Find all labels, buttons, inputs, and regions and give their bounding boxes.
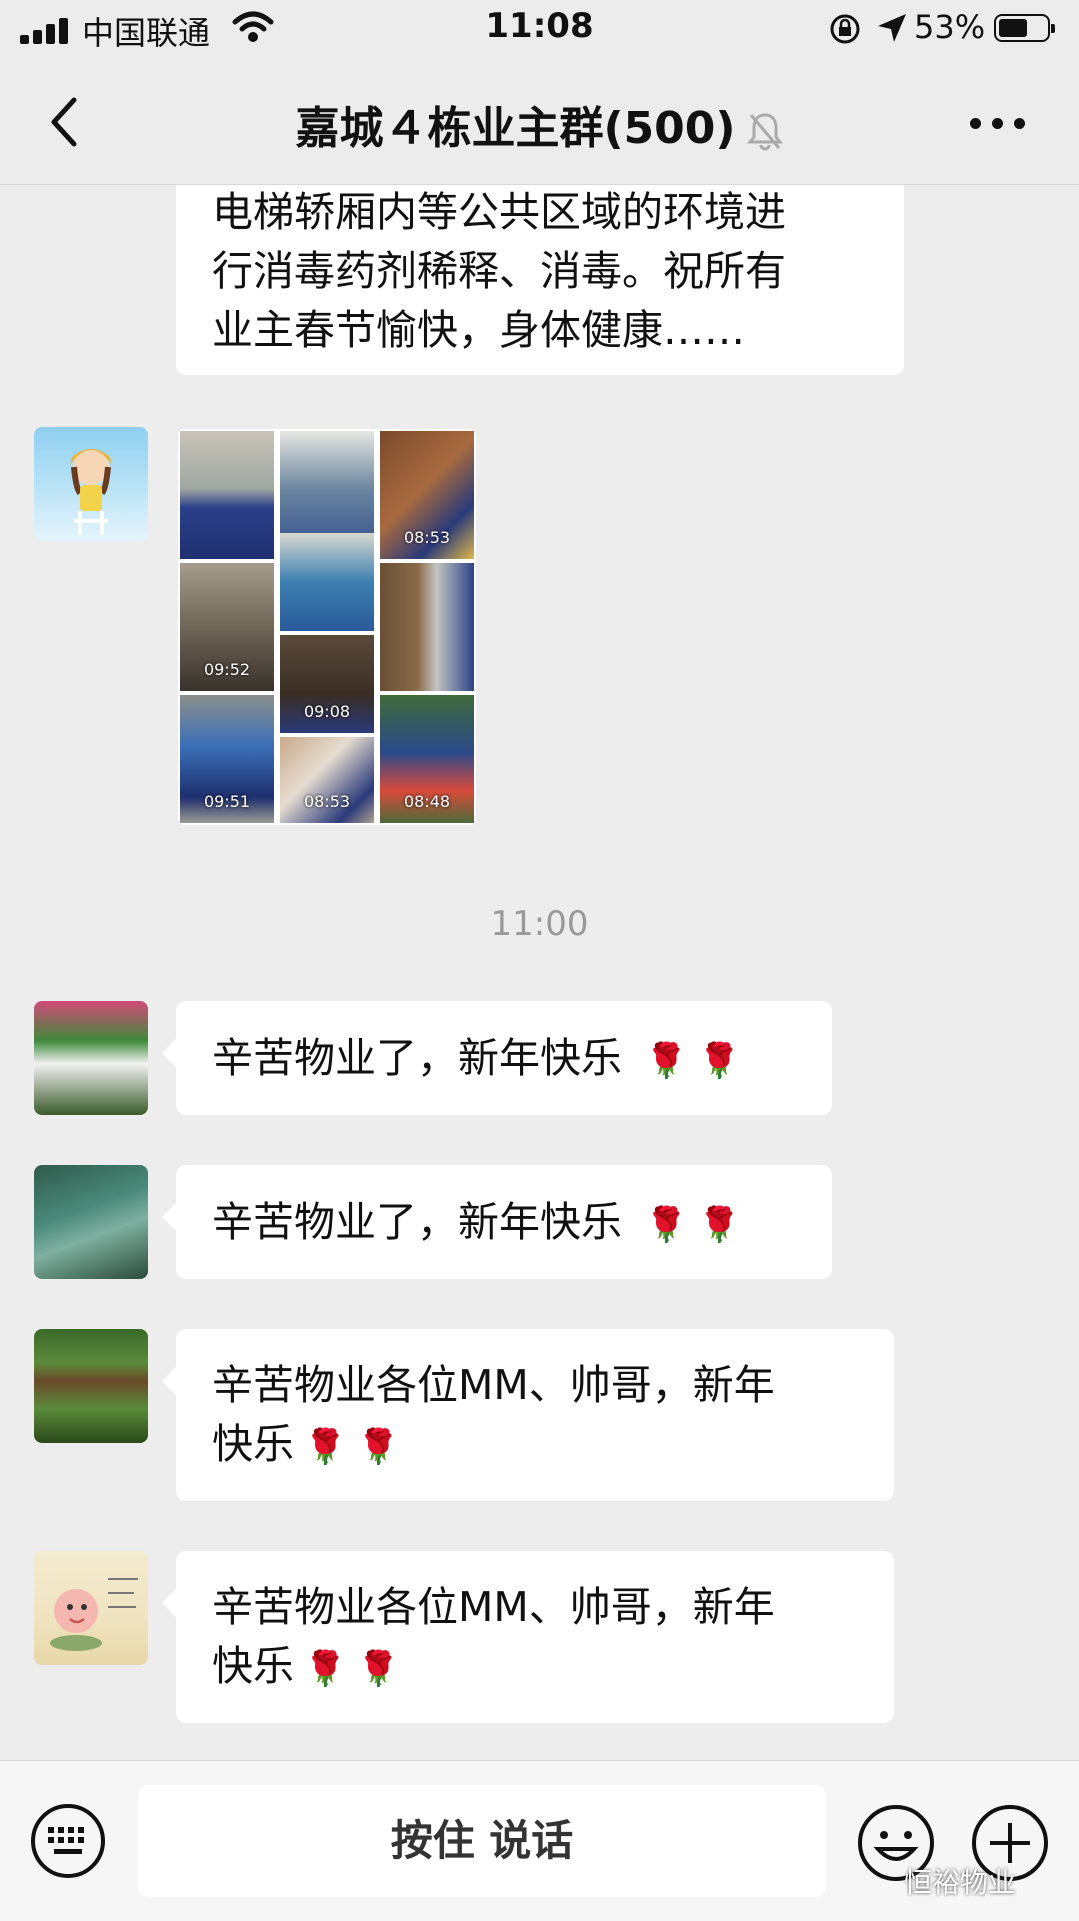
rose-emoji: 🌹 🌹 — [645, 1205, 741, 1245]
chat-timestamp: 11:00 — [490, 904, 589, 944]
photo-thumbnail[interactable] — [180, 431, 274, 559]
message-line: 行消毒药剂稀释、消毒。祝所有 — [212, 247, 786, 295]
message-line: 辛苦物业各位MM、帅哥，新年 — [212, 1583, 775, 1631]
avatar-cartoon-girl-image — [70, 449, 112, 535]
chat-title: 嘉城４栋业主群(500) — [0, 92, 1079, 156]
image-collage[interactable]: 08:53 09:52 09:08 09:51 08:53 08:48 — [178, 429, 476, 825]
photo-thumbnail[interactable]: 09:51 — [180, 695, 274, 823]
photo-time-label: 08:53 — [403, 528, 451, 547]
photo-thumbnail[interactable]: 09:08 — [280, 635, 374, 733]
message-line: 快乐 — [212, 1420, 294, 1468]
message-bubble[interactable]: 电梯轿厢内等公共区域的环境进 行消毒药剂稀释、消毒。祝所有 业主春节愉快，身体健… — [176, 185, 904, 375]
message-line: 业主春节愉快，身体健康…… — [212, 306, 745, 354]
photo-thumbnail[interactable] — [380, 563, 474, 691]
location-icon — [878, 14, 906, 42]
chat-area[interactable]: 电梯轿厢内等公共区域的环境进 行消毒药剂稀释、消毒。祝所有 业主春节愉快，身体健… — [0, 185, 1079, 1760]
rose-emoji: 🌹 🌹 — [304, 1649, 400, 1689]
photo-thumbnail[interactable]: 08:53 — [280, 737, 374, 823]
photo-thumbnail[interactable]: 08:48 — [380, 695, 474, 823]
rose-emoji: 🌹 🌹 — [304, 1427, 400, 1467]
muted-bell-icon — [746, 113, 783, 151]
message-line: 电梯轿厢内等公共区域的环境进 — [212, 188, 786, 236]
photo-time-label: 09:08 — [303, 702, 351, 721]
rotation-lock-icon — [830, 14, 860, 44]
rose-emoji: 🌹 🌹 — [645, 1041, 741, 1081]
hold-to-talk-button[interactable]: 按住 说话 — [138, 1785, 826, 1897]
message-bubble[interactable]: 辛苦物业各位MM、帅哥，新年 快乐 🌹 🌹 — [162, 1551, 894, 1723]
avatar[interactable] — [34, 427, 148, 541]
message-text: 辛苦物业了，新年快乐 — [212, 1034, 622, 1082]
photo-thumbnail[interactable] — [280, 533, 374, 631]
photo-time-label: 08:53 — [303, 792, 351, 811]
chat-title-text: 嘉城４栋业主群(500) — [295, 103, 736, 154]
avatar[interactable] — [34, 1329, 148, 1443]
photo-time-label: 09:52 — [203, 660, 251, 679]
message-bubble[interactable]: 辛苦物业了，新年快乐 🌹 🌹 — [162, 1165, 832, 1279]
message-line: 辛苦物业各位MM、帅哥，新年 — [212, 1361, 775, 1409]
message-line: 快乐 — [212, 1642, 294, 1690]
watermark-text: 恒裕物业 — [904, 1866, 1017, 1899]
photo-thumbnail[interactable]: 08:53 — [380, 431, 474, 559]
avatar-cartoon-image — [50, 1578, 138, 1651]
battery-percent: 53% — [914, 8, 986, 46]
message-bubble[interactable]: 辛苦物业各位MM、帅哥，新年 快乐 🌹 🌹 — [162, 1329, 894, 1501]
input-bar: 按住 说话 恒裕物业 — [0, 1760, 1079, 1921]
message-text: 辛苦物业了，新年快乐 — [212, 1198, 622, 1246]
keyboard-icon[interactable] — [30, 1803, 106, 1879]
battery-icon — [994, 14, 1055, 42]
photo-time-label: 08:48 — [403, 792, 451, 811]
more-options-button[interactable] — [968, 108, 1028, 138]
top-bar: 中国联通 11:08 53% 嘉城４栋业主群(500) — [0, 0, 1079, 185]
avatar[interactable] — [34, 1551, 148, 1665]
avatar[interactable] — [34, 1165, 148, 1279]
status-bar: 中国联通 11:08 53% — [0, 0, 1079, 62]
photo-time-label: 09:51 — [203, 792, 251, 811]
message-bubble[interactable]: 辛苦物业了，新年快乐 🌹 🌹 — [162, 1001, 832, 1115]
nav-bar: 嘉城４栋业主群(500) — [0, 62, 1079, 184]
avatar[interactable] — [34, 1001, 148, 1115]
photo-thumbnail[interactable]: 09:52 — [180, 563, 274, 691]
